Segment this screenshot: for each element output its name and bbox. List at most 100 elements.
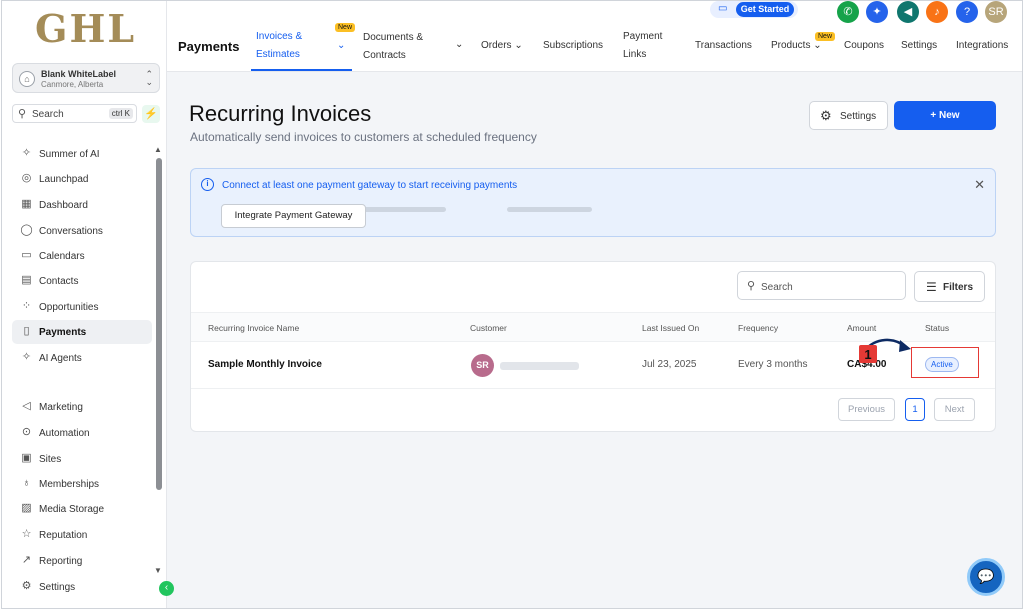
megaphone-icon[interactable]: ◀ bbox=[897, 1, 919, 23]
table-search-input[interactable]: ⚲ Search bbox=[737, 271, 906, 300]
tab-invoices-estimates[interactable]: Invoices & Estimates bbox=[256, 28, 302, 64]
previous-button[interactable]: Previous bbox=[838, 398, 895, 421]
grid-icon: ▦ bbox=[21, 198, 32, 210]
sidebar-item-reputation[interactable]: ☆ Reputation bbox=[12, 523, 152, 547]
funnel-icon: ⁘ bbox=[21, 300, 32, 312]
shortcut-hint: ctrl K bbox=[108, 108, 133, 119]
receipt-icon: ▯ bbox=[23, 325, 30, 337]
tab-subscriptions[interactable]: Subscriptions bbox=[543, 37, 603, 55]
customer-name-placeholder bbox=[500, 362, 579, 370]
sidebar-item-payments[interactable]: ▯ Payments bbox=[12, 320, 152, 344]
filter-icon: ☰ bbox=[926, 280, 937, 294]
gateway-alert: i Connect at least one payment gateway t… bbox=[190, 168, 996, 237]
chat-widget-icon[interactable]: 💬 bbox=[967, 558, 1005, 596]
scroll-up-icon[interactable]: ▲ bbox=[154, 145, 162, 154]
chevron-down-icon: ⌄ bbox=[813, 40, 822, 51]
gear-icon: ⚙ bbox=[21, 580, 32, 592]
get-started-button[interactable]: Get Started bbox=[736, 2, 794, 17]
chevron-updown-icon: ⌃ ⌄ bbox=[145, 69, 153, 87]
sidebar-search-placeholder: Search bbox=[32, 109, 64, 120]
filters-button[interactable]: ☰ Filters bbox=[914, 271, 985, 302]
star-icon: ☆ bbox=[21, 528, 32, 540]
invoice-name[interactable]: Sample Monthly Invoice bbox=[208, 359, 322, 370]
contacts-icon: ▤ bbox=[21, 274, 32, 286]
column-header[interactable]: Frequency bbox=[738, 323, 778, 333]
sidebar-scrollbar[interactable] bbox=[156, 158, 162, 490]
page-title: Recurring Invoices bbox=[189, 101, 372, 126]
column-header[interactable]: Amount bbox=[847, 323, 876, 333]
sidebar-item-summer-of-ai[interactable]: ✧ Summer of AI bbox=[12, 142, 152, 166]
scroll-down-icon[interactable]: ▼ bbox=[154, 566, 162, 575]
alert-message: Connect at least one payment gateway to … bbox=[222, 180, 518, 191]
automation-icon: ⊙ bbox=[21, 426, 32, 438]
column-header[interactable]: Last Issued On bbox=[642, 323, 699, 333]
image-icon: ▨ bbox=[21, 502, 32, 514]
column-header[interactable]: Recurring Invoice Name bbox=[208, 323, 299, 333]
help-icon[interactable]: ? bbox=[956, 1, 978, 23]
arrow-head-icon bbox=[899, 340, 911, 352]
integrate-gateway-button[interactable]: Integrate Payment Gateway bbox=[221, 204, 366, 228]
sidebar-item-ai-agents[interactable]: ✧ AI Agents bbox=[12, 346, 152, 370]
user-avatar[interactable]: SR bbox=[985, 1, 1007, 23]
magic-wand-icon[interactable]: ✦ bbox=[866, 1, 888, 23]
account-location: Canmore, Alberta bbox=[41, 80, 104, 89]
send-icon: ◁ bbox=[22, 400, 31, 412]
gear-icon: ⚙ bbox=[820, 108, 832, 123]
tab-coupons[interactable]: Coupons bbox=[844, 37, 884, 55]
loading-placeholder bbox=[507, 207, 592, 212]
sidebar-item-contacts[interactable]: ▤ Contacts bbox=[12, 269, 152, 293]
last-issued-date: Jul 23, 2025 bbox=[642, 359, 697, 370]
customer-avatar: SR bbox=[471, 354, 494, 377]
sidebar-item-sites[interactable]: ▣ Sites bbox=[12, 447, 152, 471]
sidebar-item-conversations[interactable]: ◯ Conversations bbox=[12, 219, 152, 243]
column-header[interactable]: Status bbox=[925, 323, 949, 333]
tab-payment-links[interactable]: Payment Links bbox=[623, 28, 662, 64]
phone-icon[interactable]: ✆ bbox=[837, 1, 859, 23]
sidebar-item-dashboard[interactable]: ▦ Dashboard bbox=[12, 193, 152, 217]
get-started-pill[interactable]: ▭ Get Started bbox=[710, 1, 798, 18]
column-header[interactable]: Customer bbox=[470, 323, 507, 333]
tab-documents-contracts[interactable]: Documents & Contracts bbox=[363, 29, 423, 65]
app-window: GHL ⌂ Blank WhiteLabel Canmore, Alberta … bbox=[1, 0, 1023, 609]
next-button[interactable]: Next bbox=[934, 398, 975, 421]
sidebar-item-calendars[interactable]: ▭ Calendars bbox=[12, 244, 152, 268]
sparkle-icon: ✧ bbox=[21, 147, 32, 159]
tab-orders[interactable]: Orders ⌄ bbox=[481, 37, 523, 55]
step-marker: 1 bbox=[859, 338, 911, 363]
section-title: Payments bbox=[178, 39, 240, 54]
tab-products[interactable]: Products ⌄ bbox=[771, 37, 822, 55]
sidebar-item-reporting[interactable]: ↗ Reporting bbox=[12, 549, 152, 573]
sidebar-item-launchpad[interactable]: ◎ Launchpad bbox=[12, 167, 152, 191]
tab-settings[interactable]: Settings bbox=[901, 37, 937, 55]
chevron-down-icon[interactable]: ⌄ bbox=[455, 36, 463, 54]
sidebar-item-memberships[interactable]: ♁ Memberships bbox=[12, 472, 152, 496]
sidebar: GHL ⌂ Blank WhiteLabel Canmore, Alberta … bbox=[2, 1, 167, 608]
sidebar-item-settings[interactable]: ⚙ Settings bbox=[12, 575, 152, 599]
tab-transactions[interactable]: Transactions bbox=[695, 37, 752, 55]
tab-integrations[interactable]: Integrations bbox=[956, 37, 1008, 55]
page-number-button[interactable]: 1 bbox=[905, 398, 925, 421]
active-tab-indicator bbox=[251, 69, 352, 71]
sidebar-item-opportunities[interactable]: ⁘ Opportunities bbox=[12, 295, 152, 319]
collapse-sidebar-icon[interactable]: ‹ bbox=[159, 581, 174, 596]
bell-icon[interactable]: ♪ bbox=[926, 1, 948, 23]
sidebar-search[interactable]: ⚲ Search ctrl K bbox=[12, 104, 137, 123]
chat-icon: ◯ bbox=[20, 224, 33, 236]
quick-action-bolt-icon[interactable]: ⚡ bbox=[142, 105, 160, 123]
chevron-down-icon: ⌄ bbox=[514, 40, 523, 51]
search-icon: ⚲ bbox=[747, 280, 756, 292]
settings-button[interactable]: ⚙ Settings bbox=[809, 101, 888, 130]
sidebar-item-marketing[interactable]: ◁ Marketing bbox=[12, 395, 152, 419]
frequency: Every 3 months bbox=[738, 359, 808, 370]
rocket-icon: ◎ bbox=[21, 172, 32, 184]
new-badge: New bbox=[335, 23, 356, 32]
sidebar-item-media-storage[interactable]: ▨ Media Storage bbox=[12, 497, 152, 521]
search-icon: ⚲ bbox=[18, 108, 27, 120]
sidebar-item-automation[interactable]: ⊙ Automation bbox=[12, 421, 152, 445]
close-icon[interactable]: ✕ bbox=[974, 177, 985, 193]
chevron-down-icon[interactable]: ⌄ bbox=[337, 37, 345, 55]
account-switcher[interactable]: ⌂ Blank WhiteLabel Canmore, Alberta ⌃ ⌄ bbox=[12, 63, 160, 93]
trend-icon: ↗ bbox=[21, 554, 32, 566]
new-button[interactable]: + New bbox=[894, 101, 996, 130]
calendar-icon: ▭ bbox=[21, 249, 32, 261]
